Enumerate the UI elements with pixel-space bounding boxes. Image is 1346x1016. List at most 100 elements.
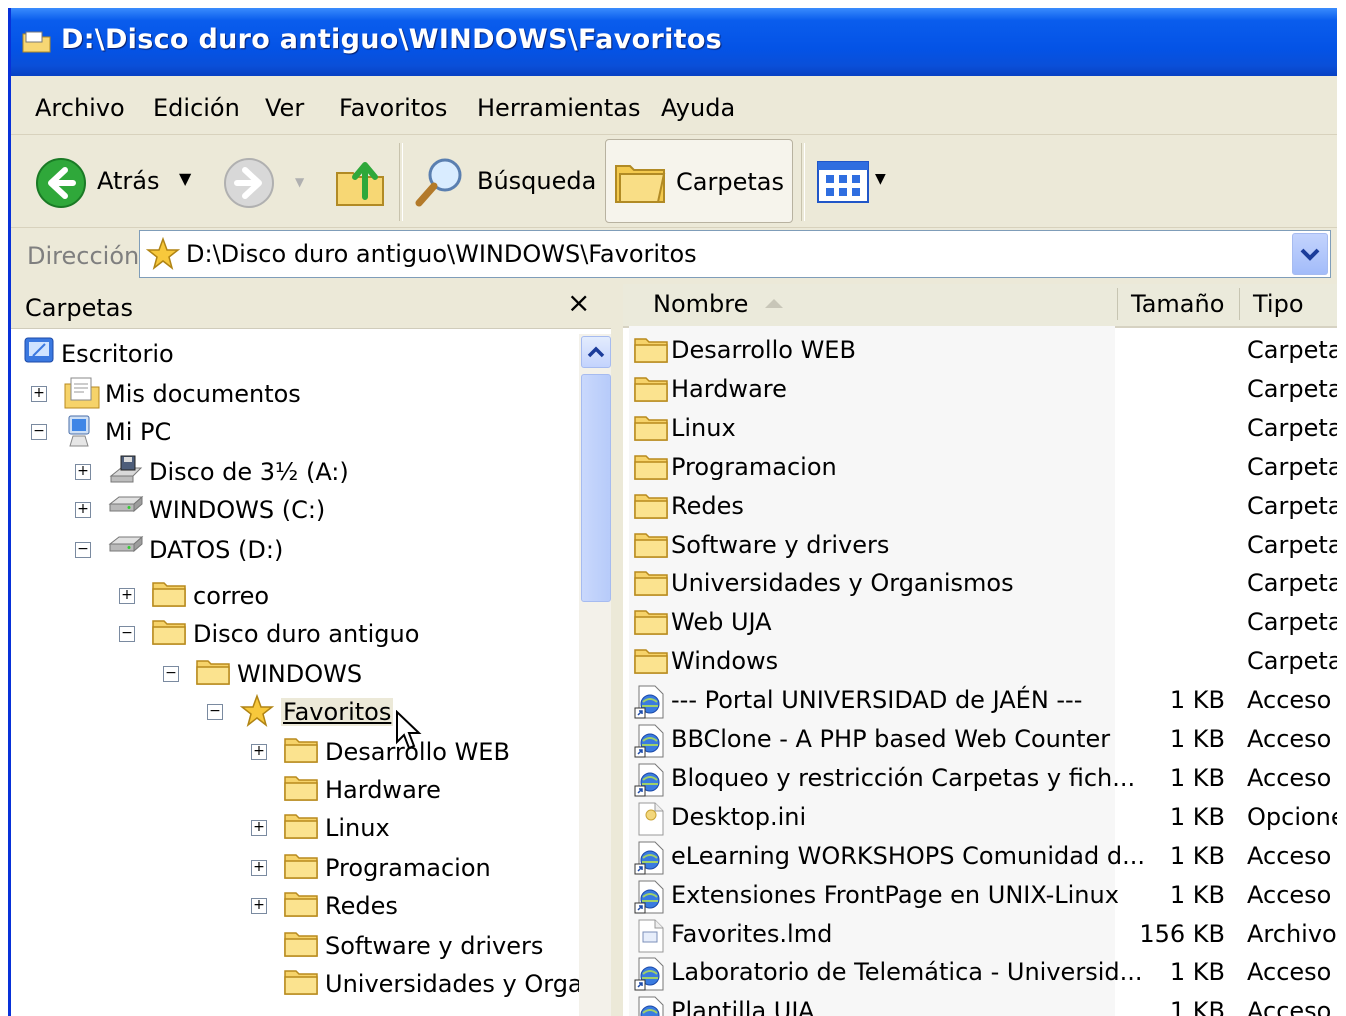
favorites-star-icon — [146, 237, 180, 270]
tree-item[interactable]: + Desarrollo WEB — [11, 732, 577, 770]
tree-item[interactable]: + Linux — [11, 808, 577, 846]
tree-item[interactable]: + Redes — [11, 886, 577, 924]
tree-item[interactable]: − WINDOWS — [11, 654, 577, 692]
file-name: Linux — [671, 413, 736, 442]
tree-item[interactable]: + Programacion — [11, 848, 577, 886]
expand-icon[interactable]: + — [75, 464, 91, 480]
hard-drive-icon — [107, 532, 145, 562]
menu-favoritos[interactable]: Favoritos — [339, 94, 447, 122]
tree-item-label: Linux — [325, 814, 390, 842]
file-row[interactable]: Desarrollo WEB Carpeta — [623, 330, 1337, 368]
file-row[interactable]: Favorites.lmd 156 KB Archivo — [623, 914, 1337, 952]
tree-item-label: Mis documentos — [105, 380, 301, 408]
file-row[interactable]: Web UJA Carpeta — [623, 602, 1337, 640]
forward-arrow-icon[interactable] — [223, 157, 275, 209]
file-name: Favorites.lmd — [671, 919, 833, 948]
expand-icon[interactable]: + — [251, 860, 267, 876]
expand-icon[interactable]: + — [75, 502, 91, 518]
tree-item-label: Redes — [325, 892, 398, 920]
menu-ayuda[interactable]: Ayuda — [661, 94, 735, 122]
desktop-icon — [23, 336, 57, 374]
column-type[interactable]: Tipo — [1253, 290, 1304, 318]
views-grid-icon — [817, 161, 869, 203]
file-row[interactable]: Bloqueo y restricción Carpetas y fich...… — [623, 758, 1337, 797]
tree-item-label: Escritorio — [61, 340, 174, 368]
column-name[interactable]: Nombre — [653, 290, 748, 318]
file-name: Extensiones FrontPage en UNIX-Linux — [671, 880, 1119, 909]
file-row[interactable]: Extensiones FrontPage en UNIX-Linux 1 KB A… — [623, 875, 1337, 914]
tree-item-label: DATOS (D:) — [149, 536, 284, 564]
title-bar[interactable]: D:\Disco duro antiguo\WINDOWS\Favoritos — [11, 8, 1337, 76]
back-dropdown-icon[interactable]: ▼ — [179, 169, 191, 188]
file-row[interactable]: eLearning WORKSHOPS Comunidad d... 1 KB Ac… — [623, 836, 1337, 875]
file-row[interactable]: Plantilla UJA 1 KB Acceso — [623, 991, 1337, 1016]
tree-item[interactable]: − DATOS (D:) — [11, 530, 577, 568]
file-type: Acceso — [1247, 880, 1332, 909]
toolbar: Atrás ▼ ▼ Búsqueda Carpetas ▼ — [11, 135, 1337, 228]
file-row[interactable]: Desktop.ini 1 KB Opcione — [623, 797, 1337, 836]
back-label: Atrás — [97, 167, 160, 195]
file-type: Carpeta — [1247, 530, 1337, 559]
folder-up-icon[interactable] — [333, 153, 389, 209]
menu-herramientas[interactable]: Herramientas — [477, 94, 640, 122]
file-row[interactable]: Programacion Carpeta — [623, 447, 1337, 485]
close-icon[interactable]: × — [567, 286, 590, 319]
search-button[interactable]: Búsqueda — [409, 143, 597, 221]
address-dropdown-button[interactable] — [1292, 233, 1328, 275]
expand-icon[interactable]: + — [31, 386, 47, 402]
collapse-icon[interactable]: − — [207, 704, 223, 720]
column-size[interactable]: Tamaño — [1131, 290, 1224, 318]
expand-icon[interactable]: + — [251, 744, 267, 760]
file-name: Plantilla UJA — [671, 997, 815, 1016]
menu-ver[interactable]: Ver — [265, 94, 304, 122]
tree-item-label: Favoritos — [281, 698, 394, 726]
tree-item[interactable]: + Disco de 3½ (A:) — [11, 452, 577, 490]
address-input[interactable]: D:\Disco duro antiguo\WINDOWS\Favoritos — [139, 230, 1331, 278]
file-row[interactable]: Redes Carpeta — [623, 486, 1337, 524]
file-row[interactable]: Hardware Carpeta — [623, 369, 1337, 407]
back-button[interactable]: Atrás ▼ — [31, 143, 201, 221]
tree-item-label: Hardware — [325, 776, 441, 804]
tree-scrollbar[interactable] — [579, 334, 611, 1016]
folders-button[interactable]: Carpetas — [605, 139, 793, 223]
tree-item[interactable]: − Mi PC — [11, 412, 577, 450]
file-row[interactable]: Software y drivers Carpeta — [623, 525, 1337, 563]
tree-item-label: Programacion — [325, 854, 491, 882]
file-row[interactable]: Windows Carpeta — [623, 641, 1337, 679]
tree-item[interactable]: Escritorio — [11, 334, 577, 372]
collapse-icon[interactable]: − — [119, 626, 135, 642]
file-row[interactable]: --- Portal UNIVERSIDAD de JAÉN --- 1 KB Ac… — [623, 680, 1337, 719]
file-row[interactable]: Linux Carpeta — [623, 408, 1337, 446]
file-type: Acceso — [1247, 725, 1332, 753]
file-size: 1 KB — [1169, 686, 1225, 715]
collapse-icon[interactable]: − — [31, 424, 47, 440]
file-row[interactable]: Universidades y Organismos Carpeta — [623, 563, 1337, 601]
tree-item[interactable]: Universidades y Orgar — [11, 964, 593, 1002]
file-size: 1 KB — [1169, 958, 1225, 987]
expand-icon[interactable]: + — [251, 898, 267, 914]
collapse-icon[interactable]: − — [163, 666, 179, 682]
menu-archivo[interactable]: Archivo — [35, 94, 125, 122]
expand-icon[interactable]: + — [251, 820, 267, 836]
folder-icon — [283, 928, 319, 964]
file-row[interactable]: BBClone - A PHP based Web Counter 1 KB Acc… — [623, 719, 1337, 758]
tree-item[interactable]: Hardware — [11, 770, 577, 808]
tree-item[interactable]: + Mis documentos — [11, 374, 577, 412]
tree-item[interactable]: + WINDOWS (C:) — [11, 490, 577, 528]
views-button[interactable]: ▼ — [813, 157, 893, 209]
tree-item[interactable]: + correo — [11, 576, 577, 614]
collapse-icon[interactable]: − — [75, 542, 91, 558]
pane-splitter[interactable] — [611, 284, 623, 1016]
tree-item[interactable]: − Disco duro antiguo — [11, 614, 577, 652]
search-label: Búsqueda — [477, 167, 597, 195]
file-list-pane: Nombre Tamaño Tipo Desarrollo WEB Carpeta… — [623, 284, 1337, 1016]
menu-edicion[interactable]: Edición — [153, 94, 240, 122]
tree-item[interactable]: Software y drivers — [11, 926, 577, 964]
scroll-up-button[interactable] — [581, 336, 611, 368]
expand-icon[interactable]: + — [119, 588, 135, 604]
folder-icon — [283, 888, 319, 924]
file-row[interactable]: Laboratorio de Telemática - Universid...… — [623, 952, 1337, 991]
tree-item[interactable]: − Favoritos — [11, 692, 577, 730]
forward-dropdown-icon[interactable]: ▼ — [295, 175, 304, 189]
scroll-thumb[interactable] — [581, 374, 611, 602]
